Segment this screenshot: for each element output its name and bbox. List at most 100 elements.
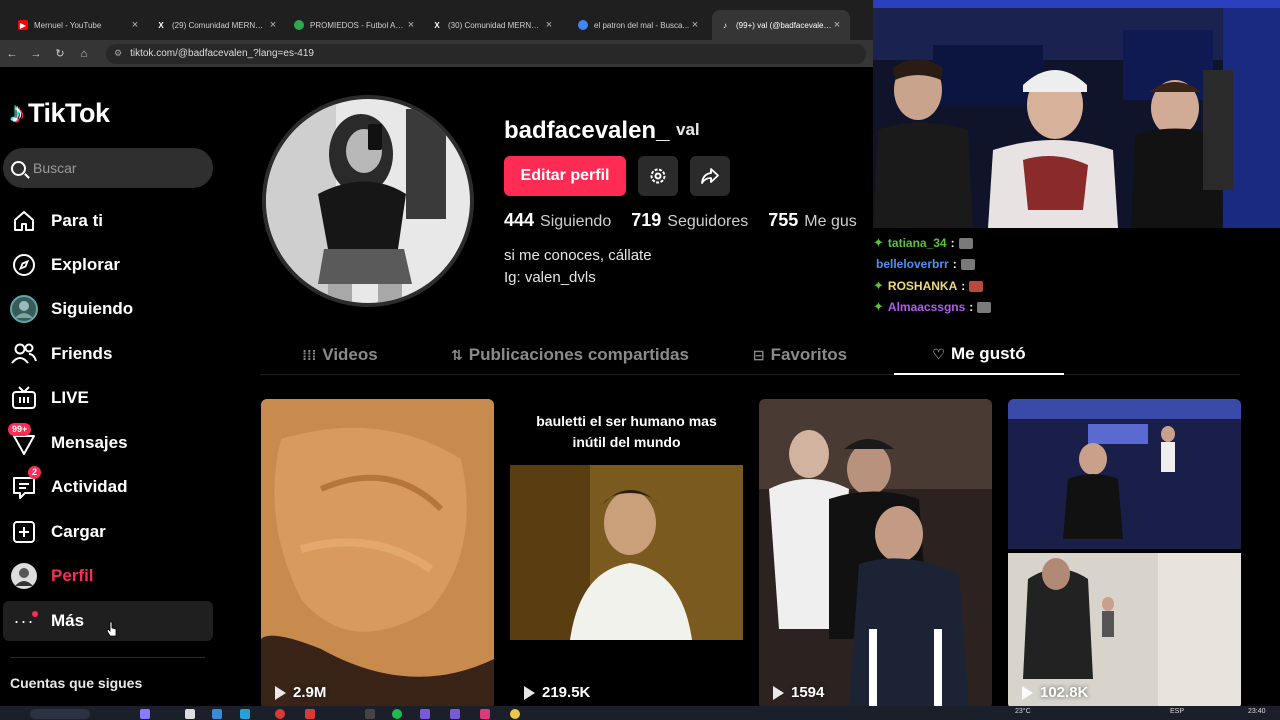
taskbar-app-icon[interactable] [420, 709, 430, 719]
x-icon: X [434, 20, 440, 30]
sidebar-item-label: Explorar [51, 255, 120, 274]
site-settings-icon[interactable]: ⚙ [114, 48, 122, 59]
taskbar-app-icon[interactable] [185, 709, 195, 719]
taskbar-app-icon[interactable] [365, 709, 375, 719]
search-bar[interactable] [3, 148, 213, 188]
back-icon[interactable]: ← [0, 48, 24, 60]
close-icon[interactable]: × [268, 19, 278, 31]
youtube-icon: ▶ [18, 20, 28, 30]
notification-dot [32, 611, 38, 617]
sidebar-item-label: Perfil [51, 566, 94, 585]
tab-videos[interactable]: ⁞⁞⁞ Videos [260, 335, 420, 375]
sidebar-item-friends[interactable]: Friends [3, 334, 213, 374]
sidebar-item-actividad[interactable]: 2 Actividad [3, 466, 213, 507]
home-icon[interactable]: ⌂ [72, 48, 96, 60]
taskbar-app-icon[interactable] [510, 709, 520, 719]
tiktok-icon: ♪ [723, 20, 727, 30]
taskbar-app-icon[interactable] [240, 709, 250, 719]
taskbar-app-icon[interactable] [480, 709, 490, 719]
play-icon [1022, 685, 1033, 700]
bio-line: Ig: valen_dvls [504, 269, 596, 286]
browser-tab[interactable]: ▶ Mernuel - YouTube × [10, 10, 148, 40]
tab-label: Videos [322, 345, 378, 364]
settings-button[interactable] [638, 156, 678, 196]
clock[interactable]: 23:40 [1248, 708, 1266, 715]
sidebar-item-label: Más [51, 611, 85, 630]
stat-following[interactable]: 444 Siguiendo [504, 210, 611, 231]
url-field[interactable]: ⚙ tiktok.com/@badfacevalen_?lang=es-419 [106, 43, 866, 64]
close-icon[interactable]: × [832, 19, 842, 31]
cursor-icon [106, 621, 117, 637]
tab-title: (30) Comunidad MERNO... [448, 20, 544, 30]
sidebar-item-label: Mensajes [51, 433, 128, 452]
taskbar-app-icon[interactable] [450, 709, 460, 719]
video-card[interactable]: 1594 [759, 399, 992, 709]
play-icon [773, 685, 784, 700]
taskbar-app-icon[interactable] [212, 709, 222, 719]
taskbar-app-icon[interactable] [275, 709, 285, 719]
browser-tab[interactable]: PROMIEDOS - Futbol Arg... × [286, 10, 424, 40]
live-icon [8, 382, 40, 414]
stat-label: Siguiendo [540, 213, 612, 230]
video-thumbnail [1008, 399, 1241, 709]
tiktok-logo[interactable]: ♪ TikTok [10, 97, 110, 129]
messages-badge: 99+ [8, 423, 32, 436]
search-icon [11, 160, 26, 176]
video-thumbnail [759, 399, 992, 709]
liked-icon: ♡ [932, 345, 945, 362]
play-icon [524, 685, 535, 700]
close-icon[interactable]: × [130, 19, 140, 31]
sidebar-item-label: Siguiendo [51, 299, 134, 318]
grid-icon: ⁞⁞⁞ [302, 347, 317, 363]
sidebar-item-live[interactable]: LIVE [3, 378, 213, 418]
browser-tab[interactable]: el patron del mal - Busca... × [570, 10, 708, 40]
taskbar-app-icon[interactable] [140, 709, 150, 719]
stat-value: 444 [504, 210, 535, 230]
close-icon[interactable]: × [406, 19, 416, 31]
tab-publicaciones-compartidas[interactable]: ⇅ Publicaciones compartidas [430, 335, 710, 375]
weather-temperature[interactable]: 23°C [1015, 708, 1031, 715]
tab-me-gusto[interactable]: ♡ Me gustó [894, 335, 1064, 375]
caption-line: bauletti el ser humano mas [536, 413, 717, 429]
sidebar-item-siguiendo[interactable]: Siguiendo [3, 289, 213, 329]
url-text: tiktok.com/@badfacevalen_?lang=es-419 [130, 48, 314, 59]
tab-favoritos[interactable]: ⊟ Favoritos [720, 335, 880, 375]
chat-message: ✦ ROSHANKA : [873, 278, 984, 294]
video-card[interactable]: 102.8K [1008, 399, 1241, 709]
taskbar-search[interactable] [30, 709, 90, 719]
view-count-text: 219.5K [542, 684, 591, 701]
friends-icon [8, 338, 40, 370]
chat-message: ✦ Almaacssgns : [873, 299, 992, 315]
taskbar-app-icon[interactable] [305, 709, 315, 719]
google-icon [578, 20, 588, 30]
video-card[interactable]: bauletti el ser humano mas inútil del mu… [510, 399, 743, 709]
browser-tab[interactable]: X (30) Comunidad MERNO... × [424, 10, 562, 40]
reload-icon[interactable]: ↻ [48, 47, 72, 60]
tab-title: (99+) val (@badfacevalen... [736, 20, 832, 30]
sidebar-item-cargar[interactable]: Cargar [3, 512, 213, 552]
stat-followers[interactable]: 719 Seguidores [631, 210, 748, 231]
stat-value: 719 [631, 210, 662, 230]
forward-icon[interactable]: → [24, 48, 48, 60]
video-thumbnail [510, 465, 743, 640]
spotify-icon[interactable] [392, 709, 402, 719]
sidebar-item-explorar[interactable]: Explorar [3, 245, 213, 285]
close-icon[interactable]: × [544, 19, 554, 31]
os-taskbar: 23°C ESP 23:40 [0, 706, 1280, 720]
view-count-text: 2.9M [293, 684, 327, 701]
video-card[interactable]: 2.9M [261, 399, 494, 709]
language-indicator[interactable]: ESP [1170, 708, 1184, 715]
sidebar-item-para-ti[interactable]: Para ti [3, 201, 213, 241]
sidebar-item-mensajes[interactable]: 99+ Mensajes [3, 423, 213, 463]
sidebar-item-perfil[interactable]: Perfil [3, 556, 213, 596]
compass-icon [8, 249, 40, 281]
edit-profile-button[interactable]: Editar perfil [504, 156, 626, 196]
browser-tab-active[interactable]: ♪ (99+) val (@badfacevalen... × [712, 10, 850, 40]
search-input[interactable] [33, 160, 193, 176]
profile-nickname: val [676, 120, 700, 139]
share-profile-button[interactable] [690, 156, 730, 196]
browser-tab[interactable]: X (29) Comunidad MERNO... × [148, 10, 286, 40]
x-icon: X [158, 20, 164, 30]
close-icon[interactable]: × [690, 19, 700, 31]
sidebar-item-mas[interactable]: ··· Más [3, 601, 213, 641]
